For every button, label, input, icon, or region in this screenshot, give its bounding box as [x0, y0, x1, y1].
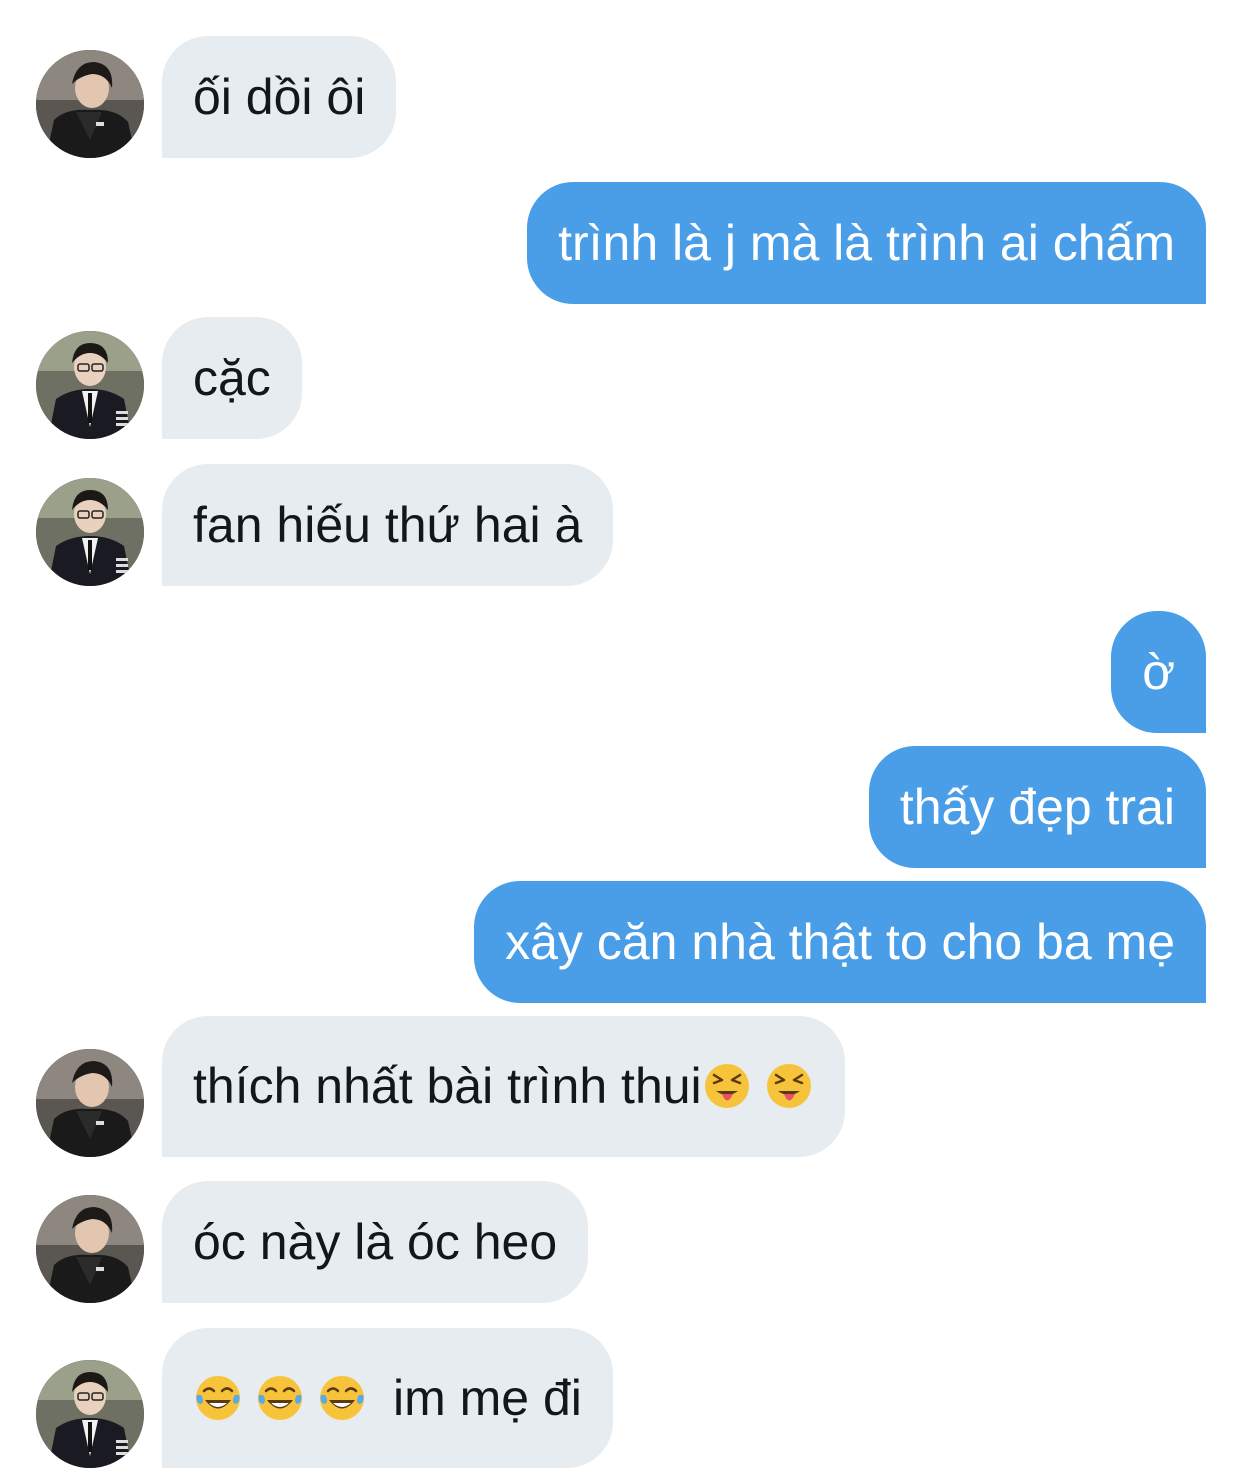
incoming-message-bubble[interactable]: ối dồi ôi [162, 36, 397, 158]
incoming-message-bubble[interactable]: cặc [162, 317, 302, 439]
face-with-tears-of-joy-icon [317, 1373, 367, 1423]
incoming-message-bubble[interactable]: fan hiếu thứ hai à [162, 464, 614, 586]
avatar[interactable] [36, 50, 144, 158]
message-text: thích nhất bài trình thui [193, 1058, 702, 1114]
avatar-photo-icon [36, 478, 144, 586]
avatar-photo-icon [36, 1195, 144, 1303]
avatar-photo-icon [36, 1049, 144, 1157]
avatar-photo-icon [36, 50, 144, 158]
avatar[interactable] [36, 478, 144, 586]
avatar[interactable] [36, 1049, 144, 1157]
squinting-face-with-tongue-icon [702, 1061, 752, 1111]
avatar[interactable] [36, 1360, 144, 1468]
avatar-photo-icon [36, 331, 144, 439]
avatar[interactable] [36, 331, 144, 439]
incoming-message-bubble[interactable]: óc này là óc heo [162, 1181, 589, 1303]
avatar[interactable] [36, 1195, 144, 1303]
outgoing-message-bubble[interactable]: trình là j mà là trình ai chấm [527, 182, 1206, 304]
outgoing-message-bubble[interactable]: ờ [1111, 611, 1206, 733]
outgoing-message-bubble[interactable]: thấy đẹp trai [868, 746, 1206, 868]
face-with-tears-of-joy-icon [193, 1373, 243, 1423]
incoming-message-bubble[interactable]: im mẹ đi [162, 1328, 613, 1468]
incoming-message-bubble[interactable]: thích nhất bài trình thui [162, 1016, 845, 1157]
squinting-face-with-tongue-icon [764, 1061, 814, 1111]
avatar-photo-icon [36, 1360, 144, 1468]
message-text: im mẹ đi [393, 1370, 582, 1426]
face-with-tears-of-joy-icon [255, 1373, 305, 1423]
outgoing-message-bubble[interactable]: xây căn nhà thật to cho ba mẹ [474, 881, 1206, 1003]
